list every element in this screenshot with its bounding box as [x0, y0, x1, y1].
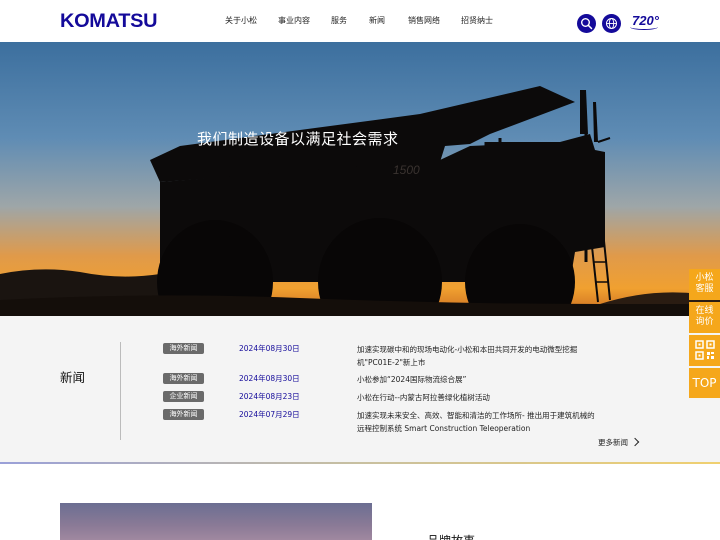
search-icon	[581, 18, 593, 30]
qr-code-button[interactable]	[689, 335, 720, 366]
hero-image: 1500	[0, 42, 720, 316]
back-to-top-button[interactable]: TOP	[689, 368, 720, 398]
news-tag: 海外新闻	[163, 373, 204, 384]
header: KOMATSU 关于小松 事业内容 服务 新闻 销售网络 招贤纳士 720°	[0, 0, 720, 42]
truck-number: 1500	[393, 163, 420, 177]
globe-icon	[606, 18, 617, 29]
news-title[interactable]: 加速实现未来安全、高效、智能和清洁的工作场所- 推出用于建筑机械的远程控制系统 …	[357, 409, 602, 435]
news-date: 2024年08月23日	[239, 392, 300, 401]
hero-banner[interactable]: 1500 我们制造设备以满足社会需求	[0, 42, 720, 316]
news-date: 2024年08月30日	[239, 344, 300, 353]
news-divider	[120, 342, 121, 440]
news-heading: 新闻	[60, 370, 86, 385]
chevron-right-icon	[630, 437, 640, 447]
vr-720-button[interactable]: 720°	[630, 13, 659, 30]
nav-item-news[interactable]: 新闻	[369, 15, 408, 26]
news-tag: 海外新闻	[163, 343, 204, 354]
news-date: 2024年08月30日	[239, 374, 300, 383]
page: KOMATSU 关于小松 事业内容 服务 新闻 销售网络 招贤纳士 720° 1…	[0, 0, 720, 540]
search-button[interactable]	[577, 14, 596, 33]
main-nav: 关于小松 事业内容 服务 新闻 销售网络 招贤纳士	[225, 15, 501, 26]
rotate-arc-icon	[630, 24, 658, 30]
news-title[interactable]: 加速实现碳中和的现场电动化-小松和本田共同开发的电动微型挖掘机"PC01E-2"…	[357, 343, 602, 369]
news-date: 2024年07月29日	[239, 410, 300, 419]
more-news-link[interactable]: 更多新闻	[598, 437, 640, 448]
nav-item-business[interactable]: 事业内容	[278, 15, 331, 26]
qr-code-icon	[695, 340, 715, 360]
nav-item-sales-network[interactable]: 销售网络	[408, 15, 461, 26]
news-tag: 海外新闻	[163, 409, 204, 420]
language-button[interactable]	[602, 14, 621, 33]
more-news-label: 更多新闻	[598, 438, 628, 447]
brand-story-title: 品牌故事	[427, 532, 475, 540]
news-title[interactable]: 小松在行动--内蒙古阿拉善绿化植树活动	[357, 391, 602, 404]
section-divider	[0, 462, 720, 464]
komatsu-logo[interactable]: KOMATSU	[60, 11, 157, 33]
nav-item-careers[interactable]: 招贤纳士	[461, 15, 501, 26]
news-tag: 企业新闻	[163, 391, 204, 402]
news-title[interactable]: 小松参加“2024国际物流综合展”	[357, 373, 602, 386]
customer-service-button[interactable]: 小松客服	[689, 269, 720, 300]
brand-story-image[interactable]	[60, 503, 372, 540]
nav-item-about[interactable]: 关于小松	[225, 15, 278, 26]
hero-slogan: 我们制造设备以满足社会需求	[197, 130, 399, 148]
news-section: 新闻 海外新闻 2024年08月30日 加速实现碳中和的现场电动化-小松和本田共…	[0, 316, 720, 464]
online-inquiry-button[interactable]: 在线询价	[689, 302, 720, 333]
nav-item-service[interactable]: 服务	[331, 15, 369, 26]
